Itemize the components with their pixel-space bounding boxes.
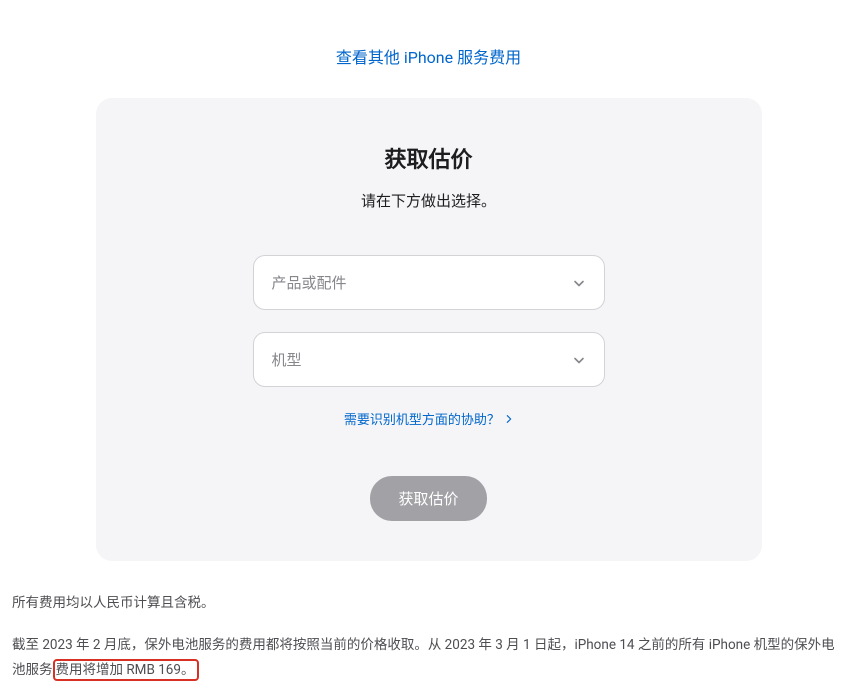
chevron-down-icon bbox=[572, 353, 586, 367]
product-select-placeholder: 产品或配件 bbox=[272, 272, 347, 293]
model-select-placeholder: 机型 bbox=[272, 349, 302, 370]
chevron-right-icon bbox=[505, 413, 513, 428]
card-subtitle: 请在下方做出选择。 bbox=[116, 190, 742, 211]
model-select-wrap: 机型 bbox=[253, 332, 605, 387]
help-link-wrap: 需要识别机型方面的协助？ bbox=[116, 409, 742, 428]
identify-model-help-link[interactable]: 需要识别机型方面的协助？ bbox=[344, 413, 513, 428]
other-services-link[interactable]: 查看其他 iPhone 服务费用 bbox=[336, 48, 521, 67]
footer-note-2: 截至 2023 年 2 月底，保外电池服务的费用都将按照当前的价格收取。从 20… bbox=[12, 633, 845, 684]
model-select[interactable]: 机型 bbox=[253, 332, 605, 387]
top-link-wrap: 查看其他 iPhone 服务费用 bbox=[10, 0, 847, 98]
help-link-text: 需要识别机型方面的协助？ bbox=[344, 413, 500, 428]
footer-note-1: 所有费用均以人民币计算且含税。 bbox=[12, 591, 845, 617]
product-select-wrap: 产品或配件 bbox=[253, 255, 605, 310]
get-estimate-button[interactable]: 获取估价 bbox=[370, 476, 486, 521]
estimate-card: 获取估价 请在下方做出选择。 产品或配件 机型 需要识别机型方面的协助？ bbox=[96, 98, 762, 561]
product-select[interactable]: 产品或配件 bbox=[253, 255, 605, 310]
card-title: 获取估价 bbox=[116, 142, 742, 174]
submit-wrap: 获取估价 bbox=[116, 476, 742, 521]
chevron-down-icon bbox=[572, 276, 586, 290]
